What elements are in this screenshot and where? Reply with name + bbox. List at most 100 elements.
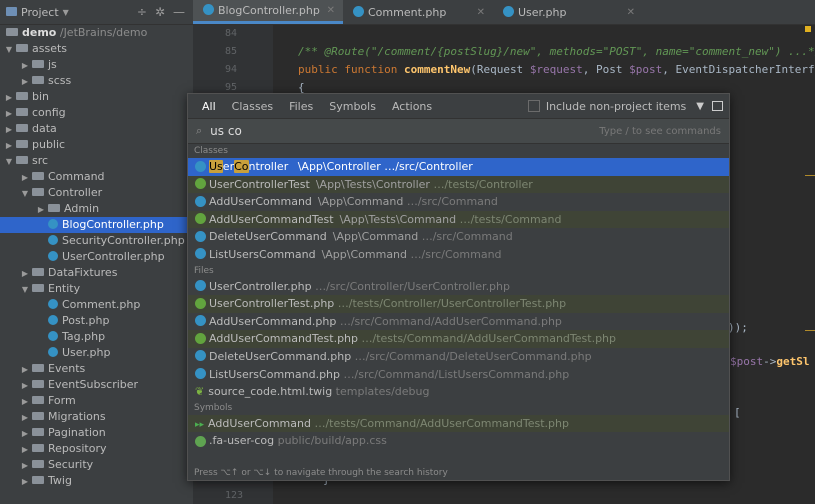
expanded-arrow-icon[interactable]: ▼ [20,282,30,298]
tree-item-security[interactable]: ▶ Security [0,457,193,473]
result-file[interactable]: DeleteUserCommand.php …/src/Command/Dele… [188,348,729,366]
tree-item-securitycontroller-php[interactable]: SecurityController.php [0,233,193,249]
tree-item-twig[interactable]: ▶ Twig [0,473,193,489]
tab-symbols[interactable]: Symbols [321,100,384,113]
result-class[interactable]: AddUserCommandTest \App\Tests\Command …/t… [188,210,729,229]
tab-user[interactable]: User.php ✕ [493,0,643,24]
result-class[interactable]: AddUserCommand \App\Command …/src/Command [188,193,729,211]
tree-item-migrations[interactable]: ▶ Migrations [0,409,193,425]
tree-item-events[interactable]: ▶ Events [0,361,193,377]
gear-icon[interactable]: ✲ [151,5,169,19]
include-non-project-checkbox[interactable] [527,100,540,112]
result-path: …/src/Controller [384,160,473,173]
collapsed-arrow-icon[interactable]: ▶ [4,122,14,138]
hide-panel-icon[interactable]: — [169,5,189,19]
preview-icon[interactable] [712,101,723,111]
tree-item-form[interactable]: ▶ Form [0,393,193,409]
collapsed-arrow-icon[interactable]: ▶ [20,58,30,74]
tree-item-usercontroller-php[interactable]: UserController.php [0,249,193,265]
tree-item-blogcontroller-php[interactable]: BlogController.php [0,217,193,233]
collapsed-arrow-icon[interactable]: ▶ [20,458,30,474]
expanded-arrow-icon[interactable]: ▼ [4,154,14,170]
collapse-all-icon[interactable]: ÷ [133,5,151,19]
filter-icon[interactable]: ▼ [696,101,704,112]
expanded-arrow-icon[interactable]: ▼ [20,186,30,202]
tree-item-controller[interactable]: ▼ Controller [0,185,193,201]
result-file[interactable]: ListUsersCommand.php …/src/Command/ListU… [188,366,729,384]
search-input[interactable] [208,123,513,139]
collapsed-arrow-icon[interactable]: ▶ [20,74,30,90]
folder-icon [32,60,44,68]
tree-item-label: Security [48,458,94,471]
tree-item-js[interactable]: ▶ js [0,57,193,73]
include-non-project-label[interactable]: Include non-project items [546,100,686,113]
project-panel: Project ▼ ÷ ✲ — demo /JetBrains/demo ▼ as… [0,0,193,504]
tree-item-repository[interactable]: ▶ Repository [0,441,193,457]
tree-item-public[interactable]: ▶ public [0,137,193,153]
tree-item-comment-php[interactable]: Comment.php [0,297,193,313]
php-class-icon [195,248,206,260]
result-file[interactable]: UserController.php …/src/Controller/User… [188,278,729,296]
result-class[interactable]: UserController \App\Controller …/src/Con… [188,158,729,176]
collapsed-arrow-icon[interactable]: ▶ [20,266,30,282]
tree-item-config[interactable]: ▶ config [0,105,193,121]
expanded-arrow-icon[interactable]: ▼ [4,42,14,58]
tree-item-src[interactable]: ▼ src [0,153,193,169]
tree-item-entity[interactable]: ▼ Entity [0,281,193,297]
close-icon[interactable]: ✕ [627,7,635,18]
tree-item-data[interactable]: ▶ data [0,121,193,137]
project-view-selector[interactable]: Project [21,6,59,19]
collapsed-arrow-icon[interactable]: ▶ [20,394,30,410]
tree-item-datafixtures[interactable]: ▶ DataFixtures [0,265,193,281]
result-file[interactable]: AddUserCommandTest.php …/tests/Command/A… [188,330,729,348]
tree-item-eventsubscriber[interactable]: ▶ EventSubscriber [0,377,193,393]
tab-files[interactable]: Files [281,100,321,113]
collapsed-arrow-icon[interactable]: ▶ [20,442,30,458]
collapsed-arrow-icon[interactable]: ▶ [20,426,30,442]
tree-item-command[interactable]: ▶ Command [0,169,193,185]
tree-item-post-php[interactable]: Post.php [0,313,193,329]
collapsed-arrow-icon[interactable]: ▶ [4,90,14,106]
collapsed-arrow-icon[interactable]: ▶ [20,410,30,426]
collapsed-arrow-icon[interactable]: ▶ [4,138,14,154]
tree-item-bin[interactable]: ▶ bin [0,89,193,105]
folder-icon [32,380,44,388]
chevron-down-icon[interactable]: ▼ [63,8,69,17]
collapsed-arrow-icon[interactable]: ▶ [20,362,30,378]
collapsed-arrow-icon[interactable]: ▶ [4,106,14,122]
result-class[interactable]: ListUsersCommand \App\Command …/src/Comma… [188,246,729,264]
result-symbol[interactable]: ▸▸ AddUserCommand …/tests/Command/AddUser… [188,414,729,433]
tree-item-user-php[interactable]: User.php [0,345,193,361]
collapsed-arrow-icon[interactable]: ▶ [36,202,46,218]
collapsed-arrow-icon[interactable]: ▶ [20,378,30,394]
function-name: commentNew [403,63,471,76]
close-icon[interactable]: ✕ [327,5,335,16]
tab-classes[interactable]: Classes [224,100,281,113]
tab-comment[interactable]: Comment.php ✕ [343,0,493,24]
tree-item-scss[interactable]: ▶ scss [0,73,193,89]
result-file[interactable]: UserControllerTest.php …/tests/Controlle… [188,295,729,313]
folder-icon [32,412,44,420]
tree-item-pagination[interactable]: ▶ Pagination [0,425,193,441]
tab-actions[interactable]: Actions [384,100,440,113]
tab-blogcontroller[interactable]: BlogController.php ✕ [193,0,343,24]
tree-item-assets[interactable]: ▼ assets [0,41,193,57]
result-file[interactable]: AddUserCommand.php …/src/Command/AddUser… [188,313,729,331]
tree-item-label: Controller [48,186,103,199]
result-namespace: \App\Controller [297,160,381,173]
tab-all[interactable]: All [194,100,224,113]
warning-marker[interactable] [805,26,811,32]
close-icon[interactable]: ✕ [477,7,485,18]
symbol-results: ▸▸ AddUserCommand …/tests/Command/AddUser… [188,414,729,450]
collapsed-arrow-icon[interactable]: ▶ [20,170,30,186]
result-class[interactable]: DeleteUserCommand \App\Command …/src/Comm… [188,228,729,246]
tree-item-tag-php[interactable]: Tag.php [0,329,193,345]
folder-icon [32,172,44,180]
result-symbol[interactable]: .fa-user-cog public/build/app.css [188,432,729,450]
tree-item-admin[interactable]: ▶ Admin [0,201,193,217]
file-results: UserController.php …/src/Controller/User… [188,278,729,401]
tree-root[interactable]: demo /JetBrains/demo [0,25,193,41]
result-class[interactable]: UserControllerTest \App\Tests\Controller … [188,175,729,194]
result-file[interactable]: ❦ source_code.html.twig templates/debug [188,383,729,401]
collapsed-arrow-icon[interactable]: ▶ [20,474,30,490]
